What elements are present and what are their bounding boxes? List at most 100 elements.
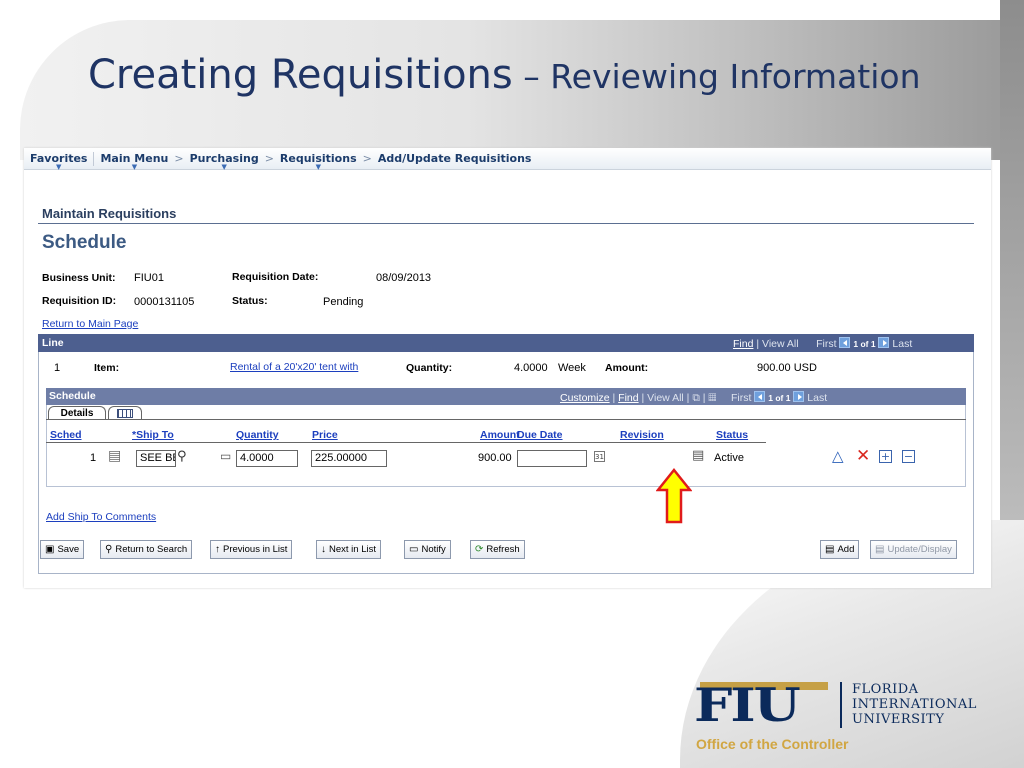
- arrow-left-icon[interactable]: [839, 337, 851, 348]
- col-price[interactable]: Price: [312, 429, 338, 441]
- slide: Creating Requisitions – Reviewing Inform…: [0, 0, 1024, 768]
- schedule-grid-header: Schedule Customize | Find | View All | ⧉…: [46, 388, 966, 405]
- tab-show-all-columns[interactable]: [108, 406, 142, 420]
- breadcrumb-separator: >: [264, 152, 274, 165]
- quantity-input[interactable]: 4.0000: [236, 450, 298, 467]
- item-description-link[interactable]: Rental of a 20'x20' tent with: [230, 361, 358, 373]
- add-ship-to-comments-link[interactable]: Add Ship To Comments: [46, 511, 156, 523]
- tab-details[interactable]: Details: [48, 406, 106, 420]
- schedule-grid-nav: Customize | Find | View All | ⧉ | ▦ Firs…: [560, 391, 828, 404]
- schedule-customize-link[interactable]: Customize: [560, 392, 610, 404]
- arrow-right-icon[interactable]: [878, 337, 890, 348]
- return-to-search-button[interactable]: ⚲ Return to Search: [100, 540, 193, 559]
- revision-icon[interactable]: ▤: [692, 449, 704, 462]
- logo-line-florida: FLORIDA: [852, 682, 919, 697]
- calendar-icon[interactable]: 31: [594, 451, 605, 462]
- page-title: Schedule: [42, 232, 127, 253]
- delete-icon[interactable]: ✕: [856, 448, 870, 465]
- slide-title: Creating Requisitions – Reviewing Inform…: [88, 52, 921, 98]
- line-grid-nav: Find | View All First 1 of 1 Last: [733, 337, 913, 350]
- nav-main-menu[interactable]: Main Menu ▼: [100, 152, 168, 171]
- line-page-count: 1 of 1: [853, 339, 876, 349]
- previous-in-list-button[interactable]: ↑ Previous in List: [210, 540, 293, 559]
- col-sched[interactable]: Sched: [50, 429, 82, 441]
- zoom-grid-icon[interactable]: ⧉: [692, 392, 700, 404]
- quantity-label: Quantity:: [406, 362, 453, 374]
- slide-top-strip: [0, 0, 1024, 20]
- delete-row-icon[interactable]: −: [902, 450, 915, 463]
- col-status[interactable]: Status: [716, 429, 748, 441]
- chevron-down-icon: ▼: [221, 163, 227, 171]
- document-icon[interactable]: ▤: [108, 449, 121, 463]
- due-date-input[interactable]: [517, 450, 587, 467]
- search-icon: ⚲: [105, 544, 113, 555]
- add-button[interactable]: ▤ Add: [820, 540, 860, 559]
- col-revision[interactable]: Revision: [620, 429, 664, 441]
- breadcrumb: Favorites ▼ Main Menu ▼ > Purchasing ▼ > Re…: [24, 148, 991, 171]
- comment-icon[interactable]: ▭: [220, 450, 231, 462]
- office-of-the-controller: Office of the Controller: [696, 736, 849, 752]
- line-number: 1: [54, 362, 61, 374]
- col-amount[interactable]: Amount: [480, 429, 520, 441]
- nav-add-update-requisitions[interactable]: Add/Update Requisitions: [378, 152, 532, 165]
- line-first[interactable]: First: [816, 338, 836, 350]
- arrow-down-icon: ↓: [321, 544, 326, 555]
- breadcrumb-separator: >: [174, 152, 184, 165]
- requisition-date-label: Requisition Date:: [232, 271, 319, 283]
- col-ship-to[interactable]: *Ship To: [132, 429, 174, 441]
- chevron-down-icon: ▼: [56, 163, 62, 171]
- refresh-button[interactable]: ⟳ Refresh: [470, 540, 525, 559]
- heading-divider: [38, 223, 974, 224]
- schedule-find-link[interactable]: Find: [618, 392, 638, 404]
- amount-value: 900.00 USD: [757, 362, 817, 374]
- nav-favorites[interactable]: Favorites ▼: [30, 152, 87, 171]
- next-in-list-button[interactable]: ↓ Next in List: [316, 540, 381, 559]
- triangle-icon[interactable]: △: [832, 449, 844, 464]
- sched-number: 1: [90, 452, 97, 464]
- notify-icon: ▭: [409, 544, 419, 555]
- nav-purchasing[interactable]: Purchasing ▼: [190, 152, 259, 171]
- search-icon[interactable]: ⚲: [177, 450, 187, 463]
- save-button[interactable]: ▣ Save: [40, 540, 85, 559]
- amount-label: Amount:: [605, 362, 649, 374]
- status-value: Pending: [323, 296, 364, 308]
- slide-title-main: Creating Requisitions: [88, 52, 513, 98]
- requisition-id-value: 0000131105: [134, 296, 195, 308]
- arrow-right-icon[interactable]: [793, 391, 805, 402]
- schedule-last[interactable]: Last: [807, 392, 827, 404]
- add-icon: ▤: [825, 544, 835, 555]
- return-to-main-page-link[interactable]: Return to Main Page: [42, 318, 138, 330]
- logo-divider: [840, 682, 842, 728]
- col-quantity[interactable]: Quantity: [236, 429, 279, 441]
- breadcrumb-separator: >: [362, 152, 372, 165]
- schedule-view-all[interactable]: View All: [647, 392, 684, 404]
- unit-of-measure: Week: [558, 362, 586, 374]
- line-grid-header: Line Find | View All First 1 of 1 Last: [38, 334, 974, 352]
- status-label: Status:: [232, 295, 268, 307]
- schedule-amount: 900.00: [478, 452, 512, 464]
- line-last[interactable]: Last: [892, 338, 912, 350]
- add-row-icon[interactable]: +: [879, 450, 892, 463]
- business-unit-label: Business Unit:: [42, 272, 116, 284]
- update-display-button[interactable]: ▤ Update/Display: [870, 540, 957, 559]
- column-divider: [46, 442, 766, 443]
- fiu-logo: FIU: [694, 677, 801, 733]
- requisition-date-value: 08/09/2013: [376, 272, 432, 284]
- quantity-value: 4.0000: [514, 362, 548, 374]
- nav-requisitions[interactable]: Requisitions ▼: [280, 152, 357, 171]
- price-input[interactable]: 225.00000: [311, 450, 387, 467]
- logo-line-university: UNIVERSITY: [852, 712, 945, 727]
- notify-button[interactable]: ▭ Notify: [404, 540, 451, 559]
- page-heading: Maintain Requisitions: [42, 206, 177, 221]
- download-grid-icon[interactable]: ▦: [708, 392, 716, 404]
- refresh-icon: ⟳: [475, 544, 484, 555]
- chevron-down-icon: ▼: [131, 163, 138, 171]
- arrow-left-icon[interactable]: [754, 391, 766, 402]
- ship-to-input[interactable]: SEE BE: [136, 450, 176, 467]
- col-due-date[interactable]: Due Date: [517, 429, 563, 441]
- line-grid-title: Line: [42, 337, 64, 349]
- line-view-all[interactable]: View All: [762, 338, 799, 350]
- schedule-first[interactable]: First: [731, 392, 751, 404]
- tab-divider: [46, 419, 966, 420]
- line-find-link[interactable]: Find: [733, 338, 753, 350]
